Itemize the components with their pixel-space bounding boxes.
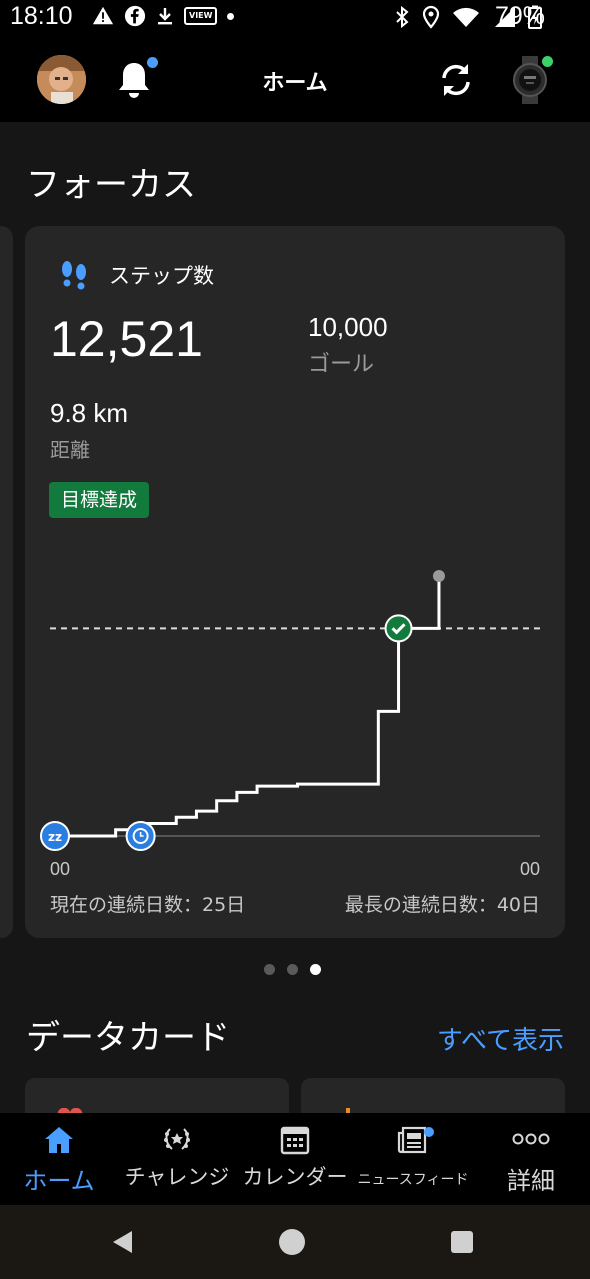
goal-achieved-badge: 目標達成 <box>49 482 150 518</box>
sync-icon[interactable] <box>436 60 476 100</box>
data-card-1[interactable] <box>25 1078 289 1113</box>
status-bar: 18:10 VIEW 79% <box>0 0 590 38</box>
steps-chart: zz <box>40 570 540 851</box>
nav-newsfeed-label: ニュースフィード <box>357 1172 469 1188</box>
view-app-icon: VIEW <box>184 7 218 25</box>
nav-newsfeed[interactable]: ニュースフィード <box>354 1113 472 1205</box>
card-title: ステップ数 <box>109 264 214 288</box>
nav-calendar[interactable]: カレンダー <box>236 1113 354 1205</box>
data-card-2[interactable] <box>301 1078 565 1113</box>
warning-icon <box>92 6 114 25</box>
distance-value: 9.8 km <box>50 398 129 428</box>
goal-value: 10,000 <box>308 312 388 342</box>
device-connected-dot <box>542 56 553 67</box>
calendar-icon <box>280 1126 310 1155</box>
nav-more-label: 詳細 <box>507 1167 555 1195</box>
system-navigation-bar <box>0 1205 590 1279</box>
page-title: ホーム <box>262 71 328 96</box>
distance-label: 距離 <box>50 438 90 462</box>
laurel-icon <box>164 1128 190 1150</box>
x-axis-end-label: 00 <box>519 859 540 879</box>
card-pager <box>264 964 321 975</box>
steps-series-line <box>55 576 441 838</box>
bluetooth-icon <box>396 5 409 29</box>
home-icon <box>45 1127 73 1153</box>
goal-label: ゴール <box>308 352 375 377</box>
x-axis-start-label: 00 <box>50 859 71 879</box>
nav-home[interactable]: ホーム <box>0 1113 118 1205</box>
battery-percent: 79% <box>494 2 545 30</box>
pager-dot <box>287 964 298 975</box>
show-all-link[interactable]: すべて表示 <box>437 1020 564 1057</box>
bottom-navigation: ホーム チャレンジ カレンダー ニュースフィード 詳細 <box>0 1113 590 1205</box>
newsfeed-unread-dot <box>424 1127 434 1137</box>
location-icon <box>422 5 440 29</box>
longest-streak: 最長の連続日数：40日 <box>344 894 540 916</box>
back-icon[interactable] <box>110 1229 136 1255</box>
download-icon <box>158 8 172 25</box>
facebook-icon <box>124 5 146 27</box>
nav-challenges-label: チャレンジ <box>124 1165 230 1189</box>
current-point-marker <box>432 570 445 582</box>
more-notifications-icon <box>227 12 235 20</box>
status-time: 18:10 <box>10 2 73 30</box>
pager-dot <box>310 964 321 975</box>
status-notification-icons: VIEW <box>92 5 235 27</box>
nav-challenges[interactable]: チャレンジ <box>118 1113 236 1205</box>
recent-apps-button[interactable] <box>451 1231 473 1253</box>
wifi-icon <box>453 7 479 28</box>
nav-calendar-label: カレンダー <box>242 1165 348 1189</box>
more-icon <box>512 1133 550 1145</box>
sleep-zz-icon: zz <box>48 830 62 844</box>
home-button[interactable] <box>279 1229 305 1255</box>
data-cards-section-title: データカード <box>26 1018 230 1058</box>
pager-dot <box>264 964 275 975</box>
nav-home-label: ホーム <box>23 1167 95 1195</box>
steps-value: 12,521 <box>50 311 203 367</box>
footsteps-icon <box>62 261 86 290</box>
nav-more[interactable]: 詳細 <box>472 1113 590 1205</box>
home-content[interactable]: フォーカス ステップ数 12,521 10,000 ゴール 9.8 km 距離 … <box>0 122 590 1113</box>
previous-focus-card[interactable] <box>0 226 13 938</box>
app-header: ホーム <box>0 38 590 122</box>
current-streak: 現在の連続日数：25日 <box>50 894 246 916</box>
focus-section-title: フォーカス <box>26 165 196 205</box>
steps-focus-card[interactable]: ステップ数 12,521 10,000 ゴール 9.8 km 距離 目標達成 z… <box>25 226 565 938</box>
